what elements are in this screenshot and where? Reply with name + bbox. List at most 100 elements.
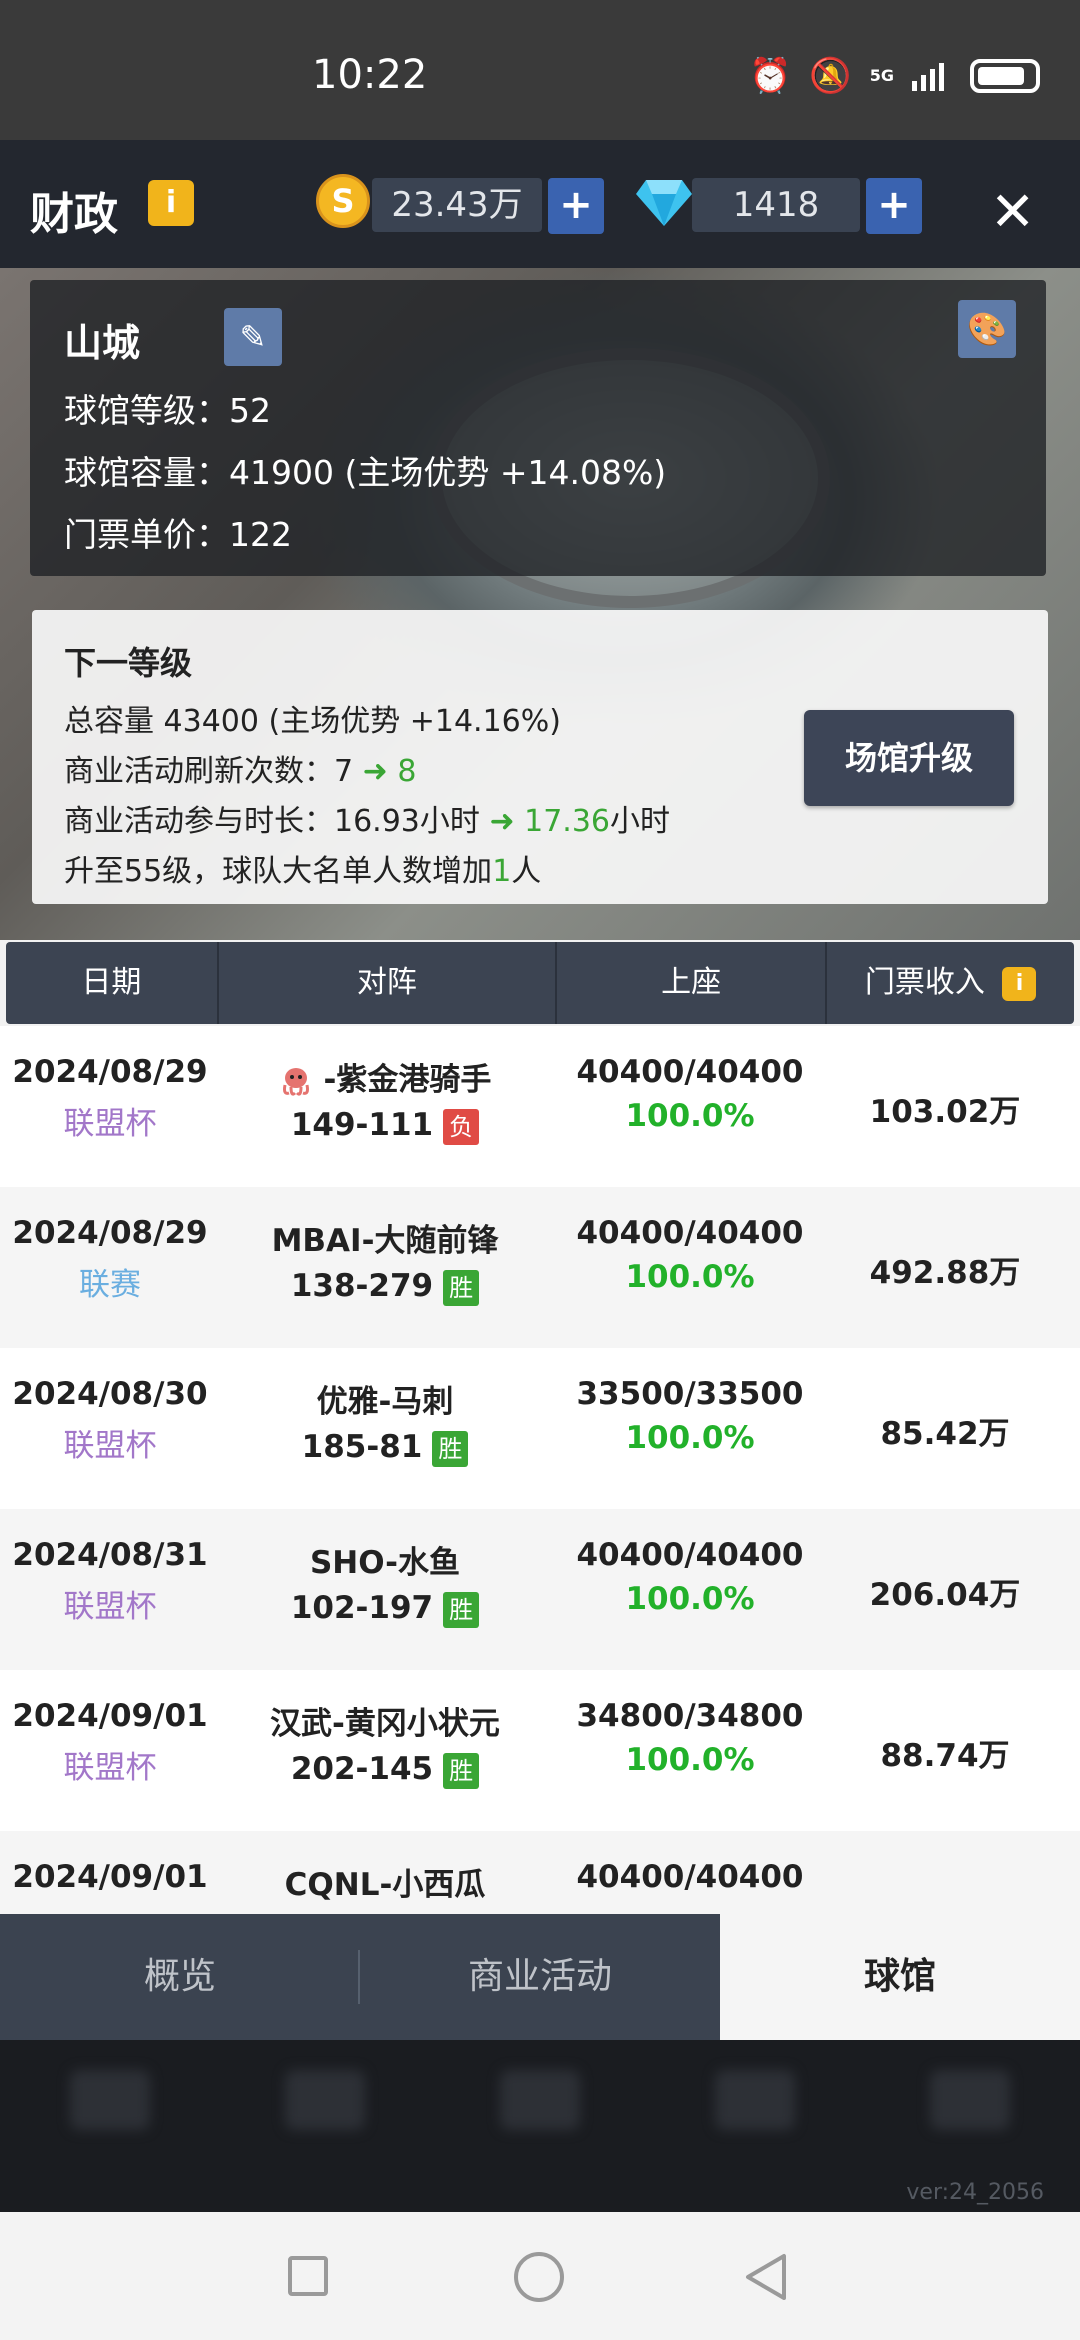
blurred-icon: [70, 2070, 150, 2130]
seats-text: 33500/33500: [576, 1376, 804, 1412]
status-icons: ⏰ 🔕 5G: [749, 56, 1040, 96]
edit-name-button[interactable]: ✎: [224, 308, 282, 366]
bottom-tabs: 概览 商业活动 球馆: [0, 1914, 1080, 2040]
match-score: 185-81: [301, 1429, 423, 1465]
upgrade-venue-button[interactable]: 场馆升级: [804, 710, 1014, 806]
match-name: MBAI-大随前锋: [271, 1223, 499, 1259]
header-revenue: 门票收入 i: [827, 942, 1074, 1024]
row-attendance: 40400/40400 100.0%: [560, 1537, 820, 1617]
match-name: 汉武-黄冈小状元: [270, 1706, 500, 1742]
info-icon[interactable]: i: [148, 180, 194, 226]
competition-type: 联盟杯: [63, 1750, 157, 1786]
table-row[interactable]: 2024/09/01 联盟杯 汉武-黄冈小状元 202-145 胜 34800/34…: [0, 1670, 1080, 1831]
date-text: 2024/08/31: [12, 1537, 208, 1573]
seats-text: 34800/34800: [576, 1698, 804, 1734]
gem-balance: 1418: [692, 178, 860, 232]
table-row[interactable]: 2024/08/31 联盟杯 SHO-水鱼 102-197 胜 40400/4040…: [0, 1509, 1080, 1670]
table-row[interactable]: 2024/08/29 联赛 MBAI-大随前锋 138-279 胜 40400/40…: [0, 1187, 1080, 1348]
back-icon[interactable]: [744, 2252, 790, 2302]
win-badge: 胜: [443, 1752, 480, 1789]
revenue-info-icon[interactable]: i: [1002, 966, 1037, 1001]
date-text: 2024/08/30: [12, 1376, 208, 1412]
table-row[interactable]: 2024/08/30 联盟杯 优雅-马刺 185-81 胜 33500/33500 1…: [0, 1348, 1080, 1509]
signal-icon: [912, 63, 944, 91]
tab-overview[interactable]: 概览: [0, 1914, 360, 2040]
seats-text: 40400/40400: [576, 1054, 804, 1090]
occupancy-rate: 100.0%: [625, 1259, 755, 1295]
row-date: 2024/08/29 联赛: [0, 1215, 220, 1304]
refresh-to: 8: [397, 754, 417, 789]
competition-type: 联盟杯: [63, 1106, 157, 1142]
row-match: CQNL-小西瓜: [230, 1859, 540, 1904]
row-date: 2024/09/01 联盟杯: [0, 1698, 220, 1787]
venue-name: 山城: [64, 321, 141, 365]
date-text: 2024/08/29: [12, 1215, 208, 1251]
next-roster-bonus: 升至55级，球队大名单人数增加1人: [64, 846, 541, 890]
next-duration: 商业活动参与时长：16.93小时 ➜ 17.36小时: [64, 796, 670, 840]
competition-type: 联盟杯: [63, 1428, 157, 1464]
mute-icon: 🔕: [809, 56, 852, 96]
row-match: SHO-水鱼 102-197 胜: [230, 1537, 540, 1628]
arrow-right-icon: ➜: [362, 754, 388, 789]
capacity-label: 球馆容量：: [64, 453, 229, 492]
table-header: 日期 对阵 上座 门票收入 i: [6, 942, 1074, 1024]
venue-level: 球馆等级：52: [64, 384, 271, 432]
row-date: 2024/08/30 联盟杯: [0, 1376, 220, 1465]
alarm-icon: ⏰: [749, 56, 792, 96]
row-attendance: 40400/40400: [560, 1859, 820, 1895]
arrow-right-icon: ➜: [489, 804, 515, 839]
row-revenue: 88.74万: [880, 1738, 1010, 1774]
refresh-label: 商业活动刷新次数：: [64, 754, 334, 789]
occupancy-rate: 100.0%: [625, 1098, 755, 1134]
match-name: SHO-水鱼: [309, 1545, 461, 1581]
match-score: 149-111: [290, 1107, 434, 1143]
match-name: 优雅-马刺: [316, 1384, 454, 1420]
row-attendance: 34800/34800 100.0%: [560, 1698, 820, 1778]
pencil-icon: ✎: [239, 318, 267, 356]
refresh-from: 7: [334, 754, 354, 789]
next-level-card: 下一等级 总容量 43400 (主场优势 +14.16%) 商业活动刷新次数：7…: [32, 610, 1048, 904]
seats-text: 40400/40400: [576, 1215, 804, 1251]
row-revenue: 492.88万: [840, 1905, 1050, 1914]
price-label: 门票单价：: [64, 515, 229, 554]
palette-icon: 🎨: [967, 310, 1007, 348]
row-date: 2024/08/29 联盟杯: [0, 1054, 220, 1143]
duration-label: 商业活动参与时长：: [64, 804, 334, 839]
next-capacity: 总容量 43400 (主场优势 +14.16%): [64, 704, 561, 739]
table-row[interactable]: 2024/08/29 联盟杯 -紫金港骑手 149-111 负 40400/4040…: [0, 1026, 1080, 1187]
blurred-icon: [715, 2070, 795, 2130]
row-date: 2024/08/31 联盟杯: [0, 1537, 220, 1626]
row-attendance: 33500/33500 100.0%: [560, 1376, 820, 1456]
team-logo-icon: [279, 1062, 324, 1098]
date-text: 2024/09/01: [12, 1698, 208, 1734]
competition-type: 联赛: [79, 1267, 141, 1303]
add-coins-button[interactable]: +: [548, 178, 604, 234]
theme-button[interactable]: 🎨: [958, 300, 1016, 358]
tab-arena[interactable]: 球馆: [720, 1914, 1080, 2040]
blurred-icon: [500, 2070, 580, 2130]
home-icon[interactable]: [514, 2252, 564, 2302]
diamond-icon: [636, 180, 692, 226]
row-match: 汉武-黄冈小状元 202-145 胜: [230, 1698, 540, 1789]
tab-business[interactable]: 商业活动: [360, 1914, 720, 2040]
table-row[interactable]: 2024/09/01 CQNL-小西瓜 40400/40400 492.88万: [0, 1831, 1080, 1914]
seats-text: 40400/40400: [576, 1537, 804, 1573]
row-match: 优雅-马刺 185-81 胜: [230, 1376, 540, 1467]
close-button[interactable]: ✕: [990, 180, 1035, 243]
competition-type: 联盟杯: [63, 1589, 157, 1625]
blurred-icon: [285, 2070, 365, 2130]
battery-icon: [970, 59, 1040, 93]
version-label: ver:24_2056: [906, 2180, 1044, 2205]
row-revenue: 206.04万: [869, 1577, 1021, 1613]
venue-info-card: 山城 ✎ 🎨 球馆等级：52 球馆容量：41900 (主场优势 +14.08%)…: [30, 280, 1046, 576]
recent-apps-icon[interactable]: [288, 2256, 328, 2296]
add-gems-button[interactable]: +: [866, 178, 922, 234]
match-name: CQNL-小西瓜: [284, 1867, 486, 1903]
row-revenue: 85.42万: [880, 1416, 1010, 1452]
date-text: 2024/08/29: [12, 1054, 208, 1090]
page-title: 财政: [30, 189, 118, 240]
duration-from: 16.93小时: [334, 804, 480, 839]
header-date: 日期: [6, 942, 219, 1024]
level-value: 52: [229, 391, 271, 430]
match-list[interactable]: 2024/08/29 联盟杯 -紫金港骑手 149-111 负 40400/4040…: [0, 1026, 1080, 1914]
